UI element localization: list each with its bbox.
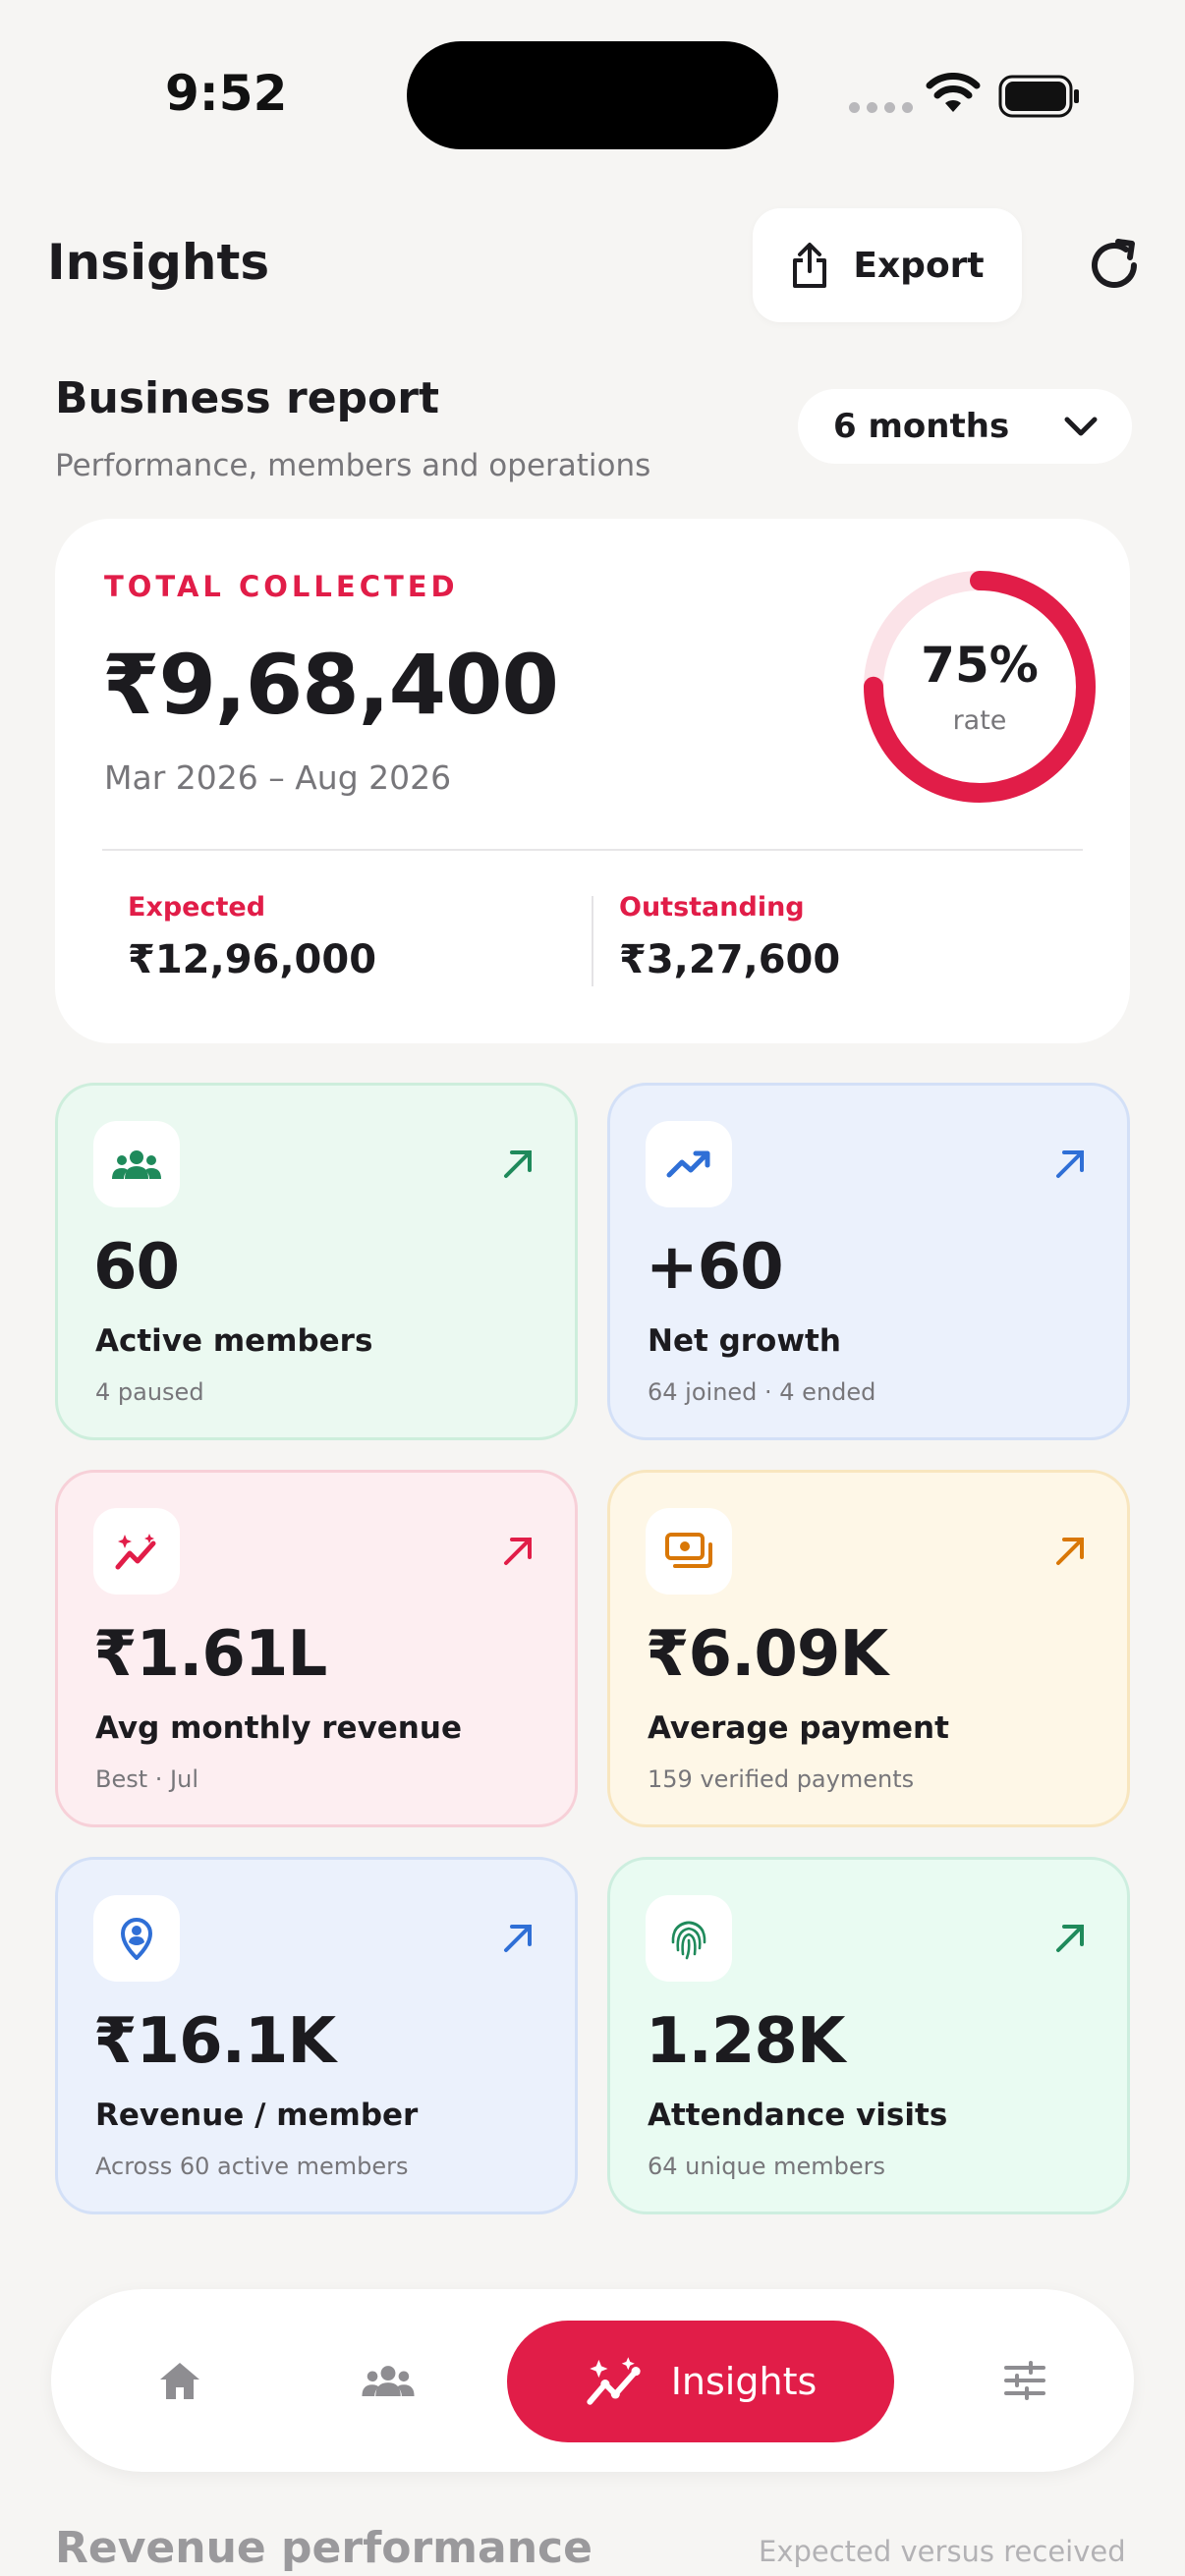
expected-label: Expected bbox=[128, 892, 266, 923]
share-icon bbox=[793, 243, 827, 288]
stat-card-attendance-visits[interactable]: 1.28K Attendance visits 64 unique member… bbox=[607, 1857, 1130, 2214]
stat-label: Active members bbox=[95, 1323, 373, 1359]
stat-sublabel: 64 joined · 4 ended bbox=[648, 1378, 876, 1406]
arrow-up-right-icon bbox=[1056, 1538, 1084, 1565]
members-icon bbox=[112, 1150, 161, 1179]
total-date-range: Mar 2026 – Aug 2026 bbox=[104, 758, 452, 797]
outstanding-value: ₹3,27,600 bbox=[619, 937, 841, 982]
status-time: 9:52 bbox=[165, 65, 288, 122]
stat-value: 60 bbox=[93, 1231, 180, 1304]
stat-icon-box bbox=[646, 1895, 732, 1982]
collection-rate-label: rate bbox=[952, 705, 1007, 736]
nav-insights[interactable]: Insights bbox=[507, 2321, 894, 2442]
refresh-icon[interactable] bbox=[1085, 236, 1144, 295]
revenue-performance-title: Revenue performance bbox=[55, 2523, 592, 2573]
stat-sublabel: 64 unique members bbox=[648, 2153, 885, 2180]
divider bbox=[592, 896, 593, 986]
members-icon bbox=[362, 2366, 415, 2396]
sparkle-chart-icon bbox=[115, 1534, 156, 1570]
stat-card-average-payment[interactable]: ₹6.09K Average payment 159 verified paym… bbox=[607, 1470, 1130, 1827]
nav-insights-label: Insights bbox=[670, 2360, 818, 2403]
revenue-performance-subtitle: Expected versus received bbox=[759, 2535, 1126, 2568]
stat-sublabel: 159 verified payments bbox=[648, 1765, 915, 1793]
stat-icon-box bbox=[93, 1508, 180, 1595]
member-pin-icon bbox=[121, 1918, 152, 1960]
wifi-icon bbox=[926, 73, 981, 112]
page-title: Insights bbox=[47, 234, 270, 291]
stat-icon-box bbox=[93, 1121, 180, 1207]
stat-icon-box bbox=[93, 1895, 180, 1982]
period-value: 6 months bbox=[833, 407, 1010, 446]
total-amount: ₹9,68,400 bbox=[102, 637, 559, 733]
sparkle-chart-icon bbox=[587, 2357, 641, 2405]
stat-sublabel: Best · Jul bbox=[95, 1765, 198, 1793]
stat-value: ₹1.61L bbox=[93, 1618, 327, 1691]
expected-value: ₹12,96,000 bbox=[128, 937, 377, 982]
report-title: Business report bbox=[55, 373, 439, 423]
dynamic-island bbox=[407, 41, 778, 149]
stat-sublabel: Across 60 active members bbox=[95, 2153, 409, 2180]
chevron-down-icon bbox=[1064, 417, 1098, 436]
arrow-up-right-icon bbox=[504, 1538, 532, 1565]
home-icon bbox=[160, 2363, 199, 2399]
signal-icon bbox=[849, 102, 913, 113]
stat-label: Revenue / member bbox=[95, 2098, 419, 2133]
collection-rate-value: 75% bbox=[921, 637, 1039, 694]
stat-label: Attendance visits bbox=[648, 2098, 948, 2133]
arrow-up-right-icon bbox=[504, 1925, 532, 1952]
stat-value: ₹6.09K bbox=[646, 1618, 888, 1691]
total-collected-card[interactable]: TOTAL COLLECTED ₹9,68,400 Mar 2026 – Aug… bbox=[55, 519, 1130, 1043]
stat-sublabel: 4 paused bbox=[95, 1378, 204, 1406]
stat-card-revenue-per-member[interactable]: ₹16.1K Revenue / member Across 60 active… bbox=[55, 1857, 578, 2214]
stat-label: Net growth bbox=[648, 1323, 841, 1359]
report-subtitle: Performance, members and operations bbox=[55, 448, 651, 483]
settings-sliders-icon bbox=[1004, 2361, 1045, 2400]
stat-label: Avg monthly revenue bbox=[95, 1710, 462, 1746]
stat-card-net-growth[interactable]: +60 Net growth 64 joined · 4 ended bbox=[607, 1083, 1130, 1440]
stat-icon-box bbox=[646, 1121, 732, 1207]
stat-value: ₹16.1K bbox=[93, 2005, 336, 2078]
stat-card-active-members[interactable]: 60 Active members 4 paused bbox=[55, 1083, 578, 1440]
nav-home[interactable] bbox=[143, 2344, 216, 2417]
cash-icon bbox=[665, 1533, 712, 1568]
export-label: Export bbox=[853, 245, 985, 286]
divider bbox=[102, 849, 1083, 851]
stat-label: Average payment bbox=[648, 1710, 949, 1746]
stat-icon-box bbox=[646, 1508, 732, 1595]
battery-icon bbox=[998, 75, 1079, 118]
stat-value: +60 bbox=[646, 1231, 784, 1304]
nav-settings[interactable] bbox=[988, 2344, 1061, 2417]
stat-card-avg-monthly-revenue[interactable]: ₹1.61L Avg monthly revenue Best · Jul bbox=[55, 1470, 578, 1827]
arrow-up-right-icon bbox=[1056, 1925, 1084, 1952]
outstanding-label: Outstanding bbox=[619, 892, 805, 923]
arrow-up-right-icon bbox=[504, 1150, 532, 1178]
nav-members[interactable] bbox=[352, 2344, 424, 2417]
period-select[interactable]: 6 months bbox=[798, 389, 1132, 464]
total-label: TOTAL COLLECTED bbox=[104, 570, 459, 603]
fingerprint-icon bbox=[671, 1921, 706, 1960]
stat-value: 1.28K bbox=[646, 2005, 845, 2078]
bottom-nav: Insights bbox=[51, 2289, 1134, 2472]
export-button[interactable]: Export bbox=[753, 208, 1022, 322]
trend-up-icon bbox=[666, 1150, 710, 1178]
arrow-up-right-icon bbox=[1056, 1150, 1084, 1178]
